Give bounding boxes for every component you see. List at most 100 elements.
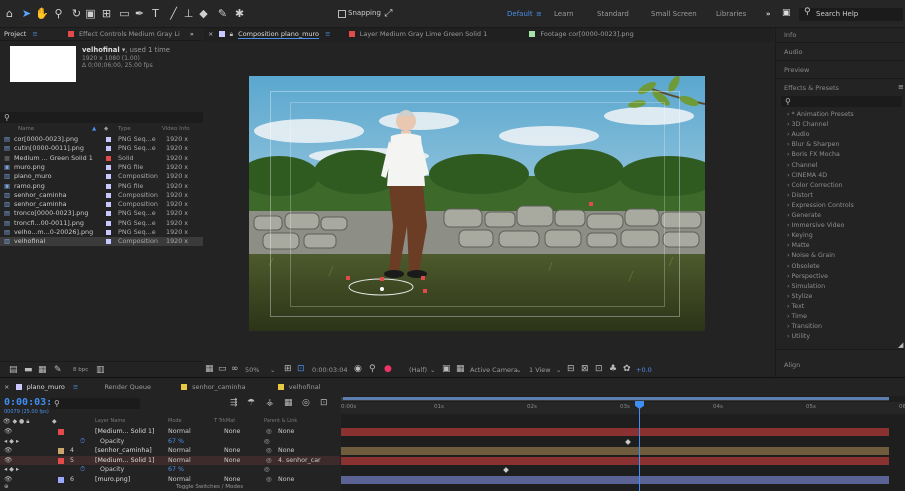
sort-arrow-icon[interactable]: ▲	[92, 126, 96, 132]
grid-guide-icon[interactable]: ⊞	[284, 364, 292, 374]
effects-category-item[interactable]: › Color Correction	[787, 182, 843, 189]
effects-category-item[interactable]: › Simulation	[787, 283, 825, 290]
label-color-swatch[interactable]	[106, 183, 111, 189]
tab-effect-controls[interactable]: Effect Controls Medium Gray Li	[79, 30, 180, 38]
label-color-swatch[interactable]	[106, 137, 111, 142]
layer-row[interactable]: 👁︎ 5 [Medium... Solid 1] Normal None ◎ 4. senh…	[0, 455, 340, 466]
workspace-default[interactable]: Default	[507, 10, 533, 18]
label-column-icon[interactable]: ◆	[104, 126, 108, 132]
layer-name[interactable]: [senhor_caminha]	[95, 446, 152, 456]
keyframe-marker[interactable]	[625, 438, 631, 445]
visibility-eye-icon[interactable]: 👁︎	[4, 456, 12, 466]
delete-icon[interactable]: ▥	[96, 365, 105, 375]
col-mode[interactable]: Mode	[168, 418, 182, 424]
effects-category-item[interactable]: › * Animation Presets	[787, 111, 854, 118]
keyframe-marker[interactable]	[503, 467, 509, 474]
av-features-icons[interactable]: 👁︎ ◆ ● 🔒︎	[3, 418, 29, 426]
effects-category-item[interactable]: › Channel	[787, 162, 817, 169]
layer-name[interactable]: [Medium... Solid 1]	[95, 427, 154, 437]
effects-category-item[interactable]: › Noise & Grain	[787, 252, 835, 259]
col-video-info[interactable]: Video Info	[162, 126, 190, 132]
snapshot-icon[interactable]: ◉	[354, 364, 362, 374]
parent-dropdown[interactable]: None	[278, 427, 294, 437]
interpret-footage-icon[interactable]: ▤	[9, 365, 18, 375]
track-matte-dropdown[interactable]: None	[224, 456, 240, 466]
label-color-swatch[interactable]	[106, 230, 111, 235]
keyframe-navigator-icon[interactable]: ◂ ◆ ▸	[4, 437, 19, 447]
panel-more-button[interactable]: »	[190, 30, 194, 38]
close-icon[interactable]: ×	[4, 383, 9, 391]
effects-category-item[interactable]: › Audio	[787, 131, 809, 138]
panel-menu-icon[interactable]: ≡	[73, 383, 78, 391]
col-name[interactable]: Name	[18, 126, 34, 132]
panel-menu-icon[interactable]: ≡	[32, 30, 37, 38]
stopwatch-icon[interactable]: ⏱	[80, 465, 85, 475]
label-column-icon[interactable]: ◆	[52, 418, 57, 425]
project-item[interactable]: ▥ plano_muro Composition 1920 x	[0, 172, 203, 181]
panel-menu-icon[interactable]: ≡	[898, 83, 904, 91]
tab-layer[interactable]: Layer Medium Gray Lime Green Solid 1	[360, 30, 487, 38]
project-item[interactable]: ■ Medium ... Green Solid 1 Solid 1920 x	[0, 154, 203, 163]
track-matte-dropdown[interactable]: None	[224, 427, 240, 437]
effects-category-item[interactable]: › Text	[787, 303, 804, 310]
glasses-icon[interactable]: ∞	[231, 364, 239, 374]
project-item[interactable]: ▤ velho...m...0-20026].png PNG Seq...e 1920…	[0, 228, 203, 237]
motion-blur-icon[interactable]: ▦	[284, 398, 293, 408]
preview-panel-title[interactable]: Preview	[784, 66, 809, 74]
workspace-small-screen[interactable]: Small Screen	[651, 10, 697, 18]
resolution-dropdown[interactable]: (Half)	[409, 366, 427, 374]
views-dropdown[interactable]: 1 View	[529, 366, 551, 374]
project-item[interactable]: ▣ ramo.png PNG file 1920 x	[0, 182, 203, 191]
effects-category-item[interactable]: › CINEMA 4D	[787, 172, 827, 179]
property-track[interactable]	[341, 438, 889, 446]
workspace-menu-icon[interactable]: ≡	[536, 10, 542, 18]
col-type[interactable]: Type	[118, 126, 131, 132]
label-color-swatch[interactable]	[106, 146, 111, 152]
property-name[interactable]: Opacity	[100, 437, 124, 447]
camera-tool-icon[interactable]: ▣	[84, 7, 97, 21]
roto-brush-tool-icon[interactable]: ✎	[216, 7, 229, 21]
color-channel-icon[interactable]: ●	[384, 364, 392, 374]
project-item[interactable]: ▥ senhor_caminha Composition 1920 x	[0, 191, 203, 200]
graph-editor-icon[interactable]: ◎	[302, 398, 310, 408]
col-parent-link[interactable]: Parent & Link	[264, 418, 297, 424]
label-color-swatch[interactable]	[106, 174, 111, 180]
effects-category-item[interactable]: › Boris FX Mocha	[787, 151, 840, 158]
layer-duration-bar[interactable]	[341, 456, 889, 465]
close-icon[interactable]: ×	[208, 30, 213, 38]
effects-category-item[interactable]: › Stylize	[787, 293, 812, 300]
current-time-display[interactable]: 0:00:03:04	[312, 366, 348, 374]
resolution-chevron-icon[interactable]: ⌄	[430, 366, 435, 374]
effects-category-item[interactable]: › Matte	[787, 242, 810, 249]
project-item[interactable]: ▤ cutin[0000-0011].png PNG Seq...e 1920 x	[0, 144, 203, 153]
col-trkmat[interactable]: T TrkMat	[214, 418, 235, 424]
workspace-toggle-icon[interactable]: ▣	[782, 8, 791, 18]
new-composition-icon[interactable]: ▦	[38, 365, 47, 375]
effects-category-item[interactable]: › Blur & Sharpen	[787, 141, 839, 148]
mask-visibility-icon[interactable]: ⊡	[297, 364, 305, 374]
project-item[interactable]: ▣ muro.png PNG file 1920 x	[0, 163, 203, 172]
shy-layers-icon[interactable]: ☂	[247, 398, 255, 408]
parent-dropdown[interactable]: 4. senhor_car	[278, 456, 321, 466]
label-color-swatch[interactable]	[106, 202, 111, 208]
info-panel-title[interactable]: Info	[784, 31, 796, 39]
effects-category-item[interactable]: › Obsolete	[787, 263, 820, 270]
hand-tool-icon[interactable]: ✋	[35, 7, 49, 21]
property-name[interactable]: Opacity	[100, 465, 124, 475]
show-snapshot-icon[interactable]: ⚲	[369, 364, 376, 374]
flowchart-icon[interactable]: ♣	[609, 364, 617, 374]
layer-label-color[interactable]	[58, 477, 64, 483]
stopwatch-icon[interactable]: ⏱	[80, 437, 85, 447]
new-folder-icon[interactable]: ▬	[24, 365, 33, 375]
pen-tool-icon[interactable]: ✒	[133, 7, 146, 21]
draft-3d-icon[interactable]: ⇶	[230, 398, 238, 408]
rectangle-tool-icon[interactable]: ▭	[118, 7, 131, 21]
workspace-more-button[interactable]: »	[766, 10, 771, 18]
rotate-tool-icon[interactable]: ↻	[70, 7, 83, 21]
effects-category-item[interactable]: › Utility	[787, 333, 810, 340]
layer-duration-bar[interactable]	[341, 447, 889, 456]
tab-project[interactable]: Project	[4, 30, 26, 38]
workspace-libraries[interactable]: Libraries	[716, 10, 746, 18]
zoom-dropdown[interactable]: 50%	[245, 366, 259, 374]
align-panel-title[interactable]: Align	[784, 361, 800, 369]
